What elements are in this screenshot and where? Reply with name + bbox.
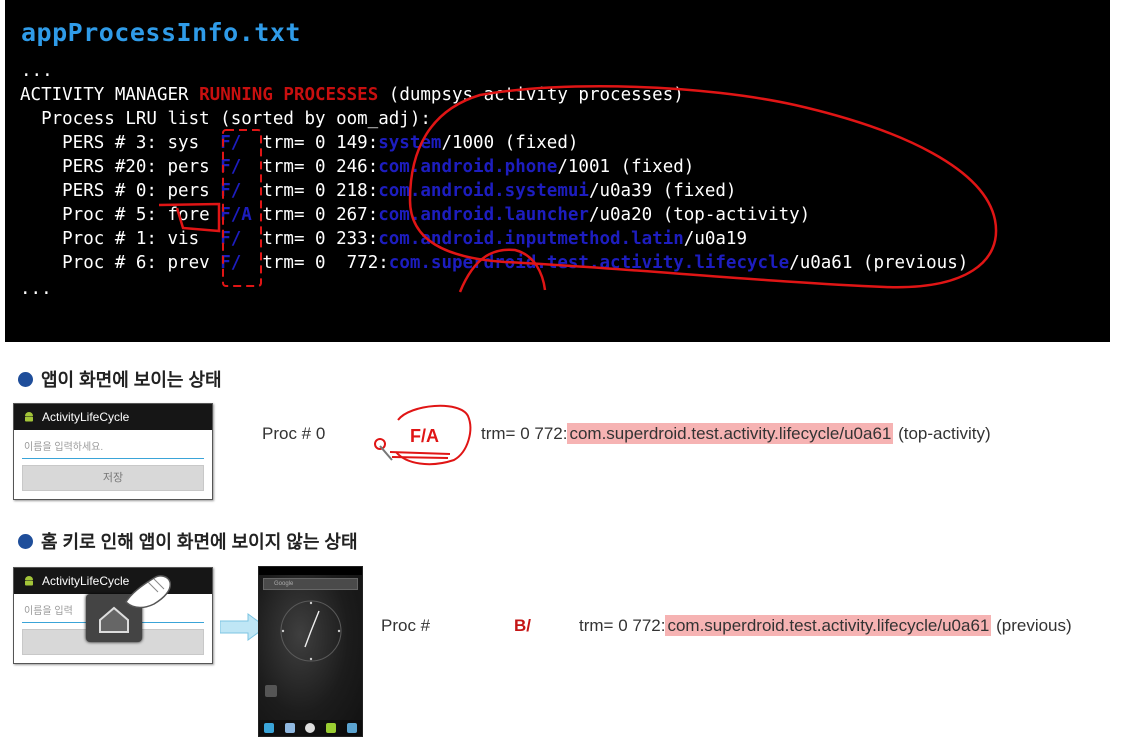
trm-prefix: trm= 0 772:	[481, 424, 568, 443]
row-prefix: Proc # 1: vis	[20, 229, 221, 249]
process-row: PERS # 0: pers F/ trm= 0 218:com.android…	[20, 180, 736, 202]
activity-state: (previous)	[991, 616, 1072, 635]
row-flag: F/	[220, 157, 242, 177]
section2-heading-text: 홈 키로 인해 앱이 화면에 보이지 않는 상태	[41, 532, 358, 552]
row-package: com.android.phone	[378, 157, 558, 177]
fa-annotation: F/A	[374, 404, 472, 466]
row-suffix: /u0a39 (fixed)	[588, 181, 737, 201]
row-flag: F/	[220, 133, 242, 153]
process-row: PERS # 3: sys F/ trm= 0 149:system/1000 …	[20, 132, 578, 154]
proc-info-row: trm= 0 772: com.superdroid.test.activity.…	[481, 423, 991, 444]
process-row: PERS #20: pers F/ trm= 0 246:com.android…	[20, 156, 694, 178]
android-icon	[25, 412, 33, 422]
section1-heading: 앱이 화면에 보이는 상태	[18, 366, 222, 392]
row-suffix: /u0a20 (top-activity)	[588, 205, 811, 225]
fa-flag: F/A	[410, 426, 439, 446]
trm-prefix: trm= 0 772:	[579, 616, 666, 635]
row-package: system	[378, 133, 442, 153]
all-apps-icon[interactable]	[305, 723, 316, 733]
row-package: com.android.inputmethod.latin	[378, 229, 684, 249]
row-flag: F/	[220, 229, 242, 249]
package-highlight: com.superdroid.test.activity.lifecycle/u…	[665, 615, 992, 636]
proc-label: Proc #	[381, 616, 431, 635]
activity-state: (top-activity)	[893, 424, 991, 443]
messaging-app-icon[interactable]	[326, 723, 337, 733]
name-input[interactable]: 이름을 입력하세요.	[22, 438, 204, 459]
header-line: ACTIVITY MANAGER RUNNING PROCESSES (dump…	[20, 84, 684, 106]
row-suffix: /1000 (fixed)	[441, 133, 579, 153]
row-package: com.android.launcher	[378, 205, 589, 225]
google-search-bar[interactable]: Google	[263, 578, 358, 590]
app-title: ActivityLifeCycle	[42, 574, 130, 588]
header-suffix: (dumpsys activity processes)	[378, 85, 684, 105]
app-titlebar: ActivityLifeCycle	[14, 568, 212, 594]
row-prefix: PERS #20: pers	[20, 157, 221, 177]
row-flag: F/	[220, 253, 242, 273]
section1-heading-text: 앱이 화면에 보이는 상태	[41, 370, 222, 390]
save-button[interactable]: 저장	[22, 465, 204, 491]
process-row: Proc # 5: fore F/A trm= 0 267:com.androi…	[20, 204, 810, 226]
running-processes-highlight: RUNNING PROCESSES	[199, 85, 379, 105]
ellipsis-top: ...	[21, 61, 53, 81]
row-trm: trm= 0 267:	[251, 205, 379, 225]
bullet-icon	[18, 533, 33, 549]
row-suffix: /u0a61 (previous)	[789, 253, 969, 273]
row-suffix: /u0a19	[683, 229, 747, 249]
row-trm: trm= 0 246:	[241, 157, 379, 177]
row-flag: F/	[220, 181, 242, 201]
file-title: appProcessInfo.txt	[21, 18, 301, 47]
row-package: com.android.systemui	[378, 181, 589, 201]
row-trm: trm= 0 233:	[241, 229, 379, 249]
hand-pointer-icon	[125, 575, 172, 609]
proc-label: Proc # 0	[262, 424, 326, 443]
proc-info-row: trm= 0 772: com.superdroid.test.activity.…	[579, 615, 1072, 636]
row-prefix: Proc # 6: prev	[20, 253, 221, 273]
browser-app-icon[interactable]	[346, 723, 357, 733]
b-flag: B/	[514, 616, 531, 635]
clock-widget-icon	[280, 600, 342, 662]
app-titlebar: ActivityLifeCycle	[14, 404, 212, 430]
app-title: ActivityLifeCycle	[42, 410, 130, 424]
bullet-icon	[18, 371, 33, 387]
row-trm: trm= 0 772:	[241, 253, 389, 273]
header-prefix: ACTIVITY MANAGER	[20, 85, 200, 105]
row-trm: trm= 0 149:	[241, 133, 379, 153]
status-bar	[259, 567, 362, 575]
process-row: Proc # 1: vis F/ trm= 0 233:com.android.…	[20, 228, 747, 250]
ellipsis-bottom: ...	[20, 279, 52, 299]
row-trm: trm= 0 218:	[241, 181, 379, 201]
app-screenshot-visible: ActivityLifeCycle 이름을 입력하세요. 저장	[13, 403, 213, 500]
section2-heading: 홈 키로 인해 앱이 화면에 보이지 않는 상태	[18, 528, 358, 554]
row-package: com.superdroid.test.activity.lifecycle	[388, 253, 790, 273]
lru-line: Process LRU list (sorted by oom_adj):	[20, 109, 431, 129]
android-icon	[25, 576, 33, 586]
row-prefix: PERS # 0: pers	[20, 181, 221, 201]
camera-app-icon[interactable]	[265, 685, 277, 697]
process-row: Proc # 6: prev F/ trm= 0 772:com.superdr…	[20, 252, 968, 274]
row-prefix: PERS # 3: sys	[20, 133, 221, 153]
terminal-panel: appProcessInfo.txt ... ACTIVITY MANAGER …	[5, 0, 1110, 342]
phone-app-icon[interactable]	[264, 723, 275, 733]
row-prefix: Proc # 5: fore	[20, 205, 221, 225]
row-suffix: /1001 (fixed)	[557, 157, 695, 177]
package-highlight: com.superdroid.test.activity.lifecycle/u…	[567, 423, 894, 444]
home-screen: Google	[258, 566, 363, 737]
contacts-app-icon[interactable]	[284, 723, 295, 733]
dock	[259, 720, 362, 736]
row-flag: F/A	[220, 205, 252, 225]
